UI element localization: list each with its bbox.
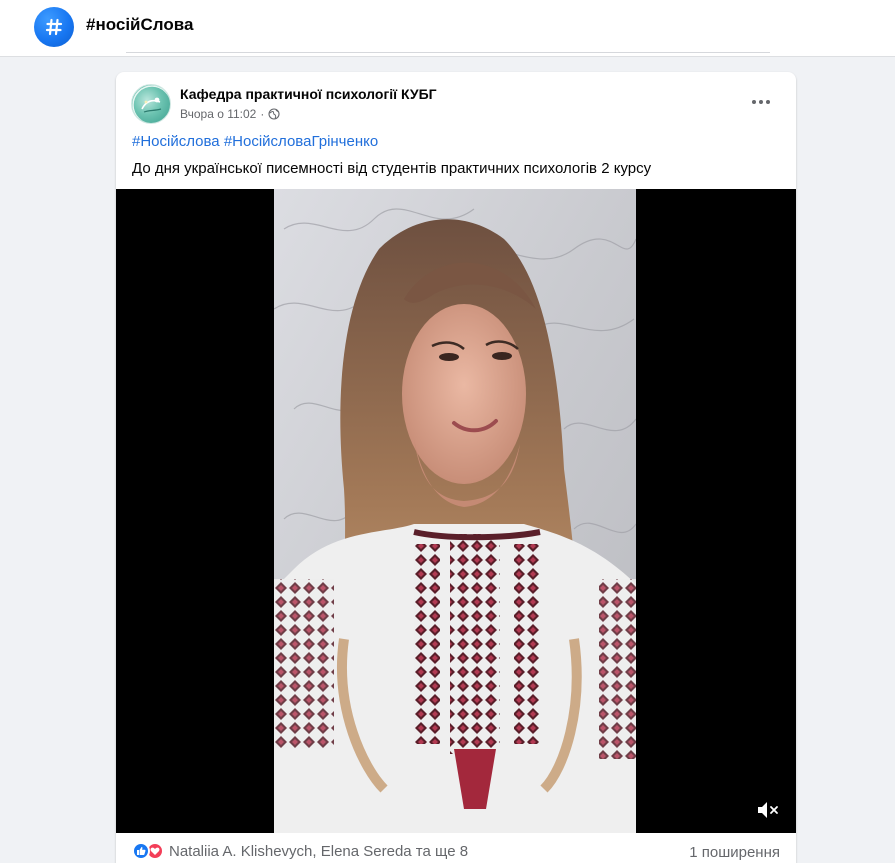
video-player[interactable]	[116, 189, 796, 833]
reaction-names[interactable]: Nataliia A. Klishevych, Elena Sereda та …	[169, 843, 468, 860]
shares-count[interactable]: 1 поширення	[689, 844, 780, 861]
more-horizontal-icon	[752, 100, 756, 104]
video-frame[interactable]	[274, 189, 636, 833]
hashtag-link[interactable]: #НосійсловаГрінченко	[224, 133, 378, 150]
post-meta: Вчора о 11:02 ·	[180, 107, 280, 121]
header-divider	[126, 52, 770, 53]
like-reaction-icon	[132, 842, 150, 860]
hashtag-title: #носійСлова	[86, 15, 194, 34]
globe-icon[interactable]	[268, 108, 280, 120]
author-name[interactable]: Кафедра практичної психології КУБГ	[180, 86, 437, 102]
post-card: Кафедра практичної психології КУБГ Вчора…	[116, 72, 796, 863]
hashtag-link[interactable]: #Носійслова	[132, 133, 220, 150]
more-dot	[766, 100, 770, 104]
hash-glyph	[45, 18, 63, 36]
reactions-summary[interactable]: Nataliia A. Klishevych, Elena Sereda та …	[132, 842, 468, 860]
volume-muted-icon	[758, 802, 778, 818]
post-timestamp[interactable]: Вчора о 11:02	[180, 107, 256, 121]
post-hashtags: #Носійслова #НосійсловаГрінченко	[132, 133, 378, 150]
mute-toggle-button[interactable]	[756, 799, 782, 821]
hashtag-header: #носійСлова	[0, 0, 895, 57]
hash-icon	[34, 7, 74, 47]
more-options-button[interactable]	[746, 90, 776, 114]
meta-separator: ·	[260, 107, 265, 121]
video-still	[274, 189, 636, 833]
post-text: До дня української писемності від студен…	[132, 160, 652, 177]
more-dot	[759, 100, 763, 104]
page-avatar[interactable]	[131, 84, 171, 124]
avatar-logo	[132, 85, 170, 123]
